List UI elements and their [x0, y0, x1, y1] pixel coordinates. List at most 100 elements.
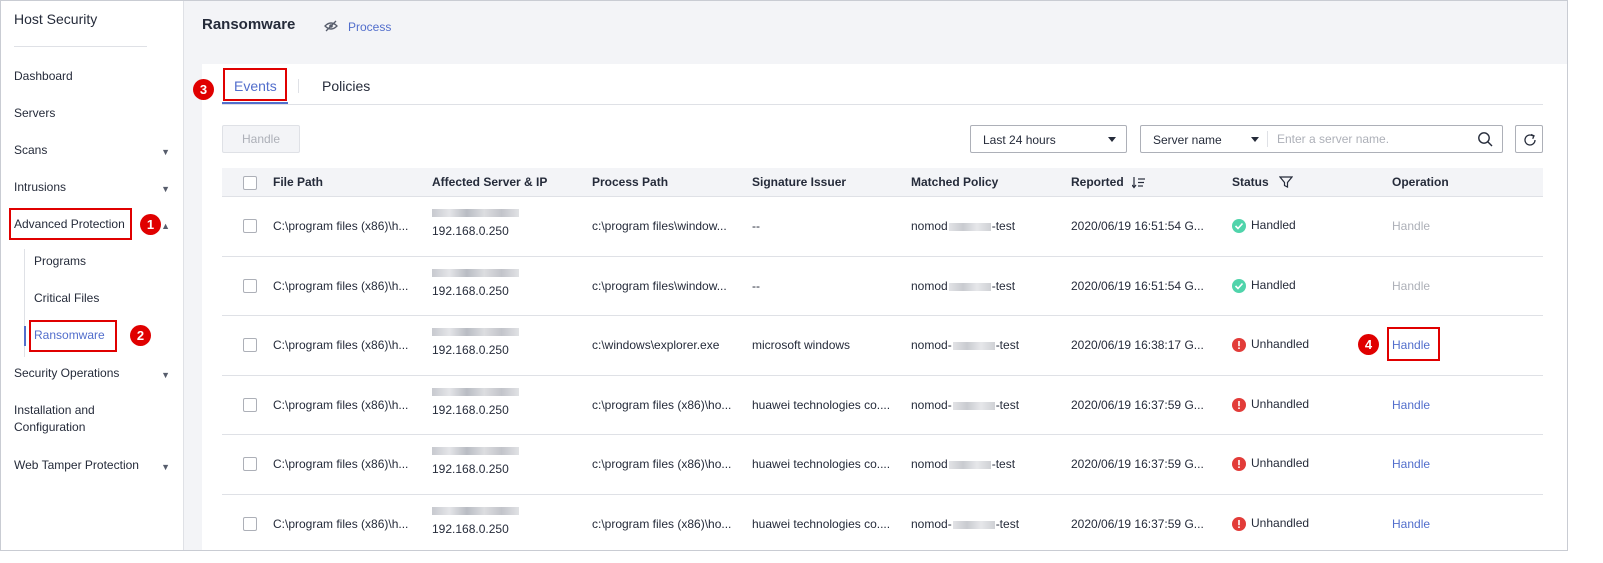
cell-file-path: C:\program files (x86)\h...	[273, 279, 409, 293]
sidebar-item-label: Web Tamper Protection	[14, 458, 139, 472]
process-link[interactable]: Process	[348, 20, 391, 34]
sidebar-item-servers[interactable]: Servers	[14, 105, 174, 121]
row-checkbox[interactable]	[243, 398, 257, 412]
alert-circle-icon	[1232, 338, 1246, 352]
sidebar-item-web-tamper[interactable]: Web Tamper Protection ▼	[14, 457, 174, 473]
row-divider	[222, 196, 1543, 197]
sidebar-item-intrusions[interactable]: Intrusions ▼	[14, 179, 174, 195]
policy-prefix: nomod	[911, 219, 948, 233]
cell-server-ip: 192.168.0.250	[432, 224, 509, 238]
cell-matched-policy: nomod -test	[911, 279, 1015, 293]
policy-suffix: -test	[995, 517, 1020, 531]
policy-suffix: -test	[991, 279, 1016, 293]
cell-process-path: c:\program files (x86)\ho...	[592, 457, 732, 471]
tab-events[interactable]: Events	[234, 78, 277, 94]
chevron-down-icon: ▼	[161, 184, 170, 194]
refresh-button[interactable]	[1515, 125, 1543, 153]
cell-signature-issuer: microsoft windows	[752, 338, 851, 352]
batch-handle-button[interactable]: Handle	[222, 125, 300, 153]
redacted-server-name	[432, 507, 519, 515]
cell-matched-policy: nomod- -test	[911, 517, 1019, 531]
search-field-select[interactable]: Server name	[1153, 133, 1222, 147]
redacted-server-name	[432, 388, 519, 396]
sidebar-subitem-ransomware[interactable]: Ransomware	[34, 328, 105, 342]
cell-signature-issuer: huawei technologies co....	[752, 398, 891, 412]
filter-icon[interactable]	[1279, 175, 1293, 189]
cell-signature-issuer: --	[752, 219, 760, 233]
handle-link[interactable]: Handle	[1392, 517, 1430, 531]
check-circle-icon	[1232, 219, 1246, 233]
cell-process-path: c:\program files (x86)\ho...	[592, 398, 732, 412]
sort-icon[interactable]	[1132, 176, 1146, 189]
sidebar-subitem-programs[interactable]: Programs	[34, 254, 86, 268]
cell-file-path: C:\program files (x86)\h...	[273, 398, 409, 412]
redacted-server-name	[432, 209, 519, 217]
handle-link[interactable]: Handle	[1392, 338, 1430, 352]
sidebar-item-scans[interactable]: Scans ▼	[14, 142, 174, 158]
sidebar-subitem-critical-files[interactable]: Critical Files	[34, 291, 99, 305]
table-header	[222, 168, 1543, 196]
time-range-select[interactable]: Last 24 hours	[970, 125, 1127, 153]
cell-reported-time: 2020/06/19 16:37:59 G...	[1071, 398, 1204, 412]
tab-divider	[298, 79, 299, 93]
policy-suffix: -test	[991, 457, 1016, 471]
row-checkbox[interactable]	[243, 219, 257, 233]
cell-matched-policy: nomod -test	[911, 219, 1015, 233]
cell-matched-policy: nomod -test	[911, 457, 1015, 471]
row-divider	[222, 315, 1543, 316]
chevron-down-icon: ▼	[161, 147, 170, 157]
cell-reported-time: 2020/06/19 16:51:54 G...	[1071, 219, 1204, 233]
cell-reported-time: 2020/06/19 16:37:59 G...	[1071, 457, 1204, 471]
sidebar-divider	[14, 46, 147, 47]
cell-server-ip: 192.168.0.250	[432, 403, 509, 417]
cell-status: Unhandled	[1251, 516, 1310, 530]
column-header-status: Status	[1232, 175, 1269, 189]
sidebar-item-dashboard[interactable]: Dashboard	[14, 68, 174, 84]
redacted-policy-name	[948, 282, 991, 291]
cell-signature-issuer: --	[752, 279, 760, 293]
cell-process-path: c:\windows\explorer.exe	[592, 338, 720, 352]
caret-down-icon	[1108, 137, 1116, 142]
handle-link[interactable]: Handle	[1392, 457, 1430, 471]
step-badge-3: 3	[193, 79, 214, 100]
cell-server-ip: 192.168.0.250	[432, 462, 509, 476]
row-checkbox[interactable]	[243, 457, 257, 471]
check-circle-icon	[1232, 279, 1246, 293]
sidebar-item-label: Intrusions	[14, 180, 67, 194]
cell-status: Unhandled	[1251, 337, 1310, 351]
cell-matched-policy: nomod- -test	[911, 398, 1019, 412]
cell-status: Handled	[1251, 278, 1296, 292]
alert-circle-icon	[1232, 517, 1246, 531]
tab-bar-border	[222, 104, 1543, 105]
cell-reported-time: 2020/06/19 16:37:59 G...	[1071, 517, 1204, 531]
handle-link[interactable]: Handle	[1392, 219, 1430, 233]
caret-down-icon[interactable]	[1251, 137, 1259, 142]
policy-prefix: nomod-	[911, 517, 952, 531]
cell-status: Unhandled	[1251, 397, 1310, 411]
redacted-policy-name	[952, 401, 995, 410]
handle-link[interactable]: Handle	[1392, 279, 1430, 293]
sidebar-item-security-operations[interactable]: Security Operations ▼	[14, 365, 174, 381]
handle-link[interactable]: Handle	[1392, 398, 1430, 412]
cell-server-ip: 192.168.0.250	[432, 284, 509, 298]
eye-off-icon	[324, 20, 338, 32]
row-checkbox[interactable]	[243, 338, 257, 352]
cell-process-path: c:\program files (x86)\ho...	[592, 517, 732, 531]
cell-file-path: C:\program files (x86)\h...	[273, 517, 409, 531]
search-icon[interactable]	[1477, 131, 1493, 147]
column-header-operation: Operation	[1392, 175, 1449, 189]
sidebar-item-installation[interactable]: Installation and Configuration	[14, 402, 174, 435]
sidebar-item-label: Configuration	[14, 420, 86, 434]
row-checkbox[interactable]	[243, 279, 257, 293]
step-badge-2: 2	[130, 325, 151, 346]
select-all-checkbox[interactable]	[243, 176, 257, 190]
cell-process-path: c:\program files\window...	[592, 219, 727, 233]
column-header-reported[interactable]: Reported	[1071, 175, 1124, 189]
cell-file-path: C:\program files (x86)\h...	[273, 219, 409, 233]
row-checkbox[interactable]	[243, 517, 257, 531]
tab-policies[interactable]: Policies	[322, 78, 370, 94]
cell-server-ip: 192.168.0.250	[432, 522, 509, 536]
server-name-search-input[interactable]	[1277, 131, 1467, 147]
cell-reported-time: 2020/06/19 16:51:54 G...	[1071, 279, 1204, 293]
sidebar-item-label: Installation and	[14, 403, 95, 417]
